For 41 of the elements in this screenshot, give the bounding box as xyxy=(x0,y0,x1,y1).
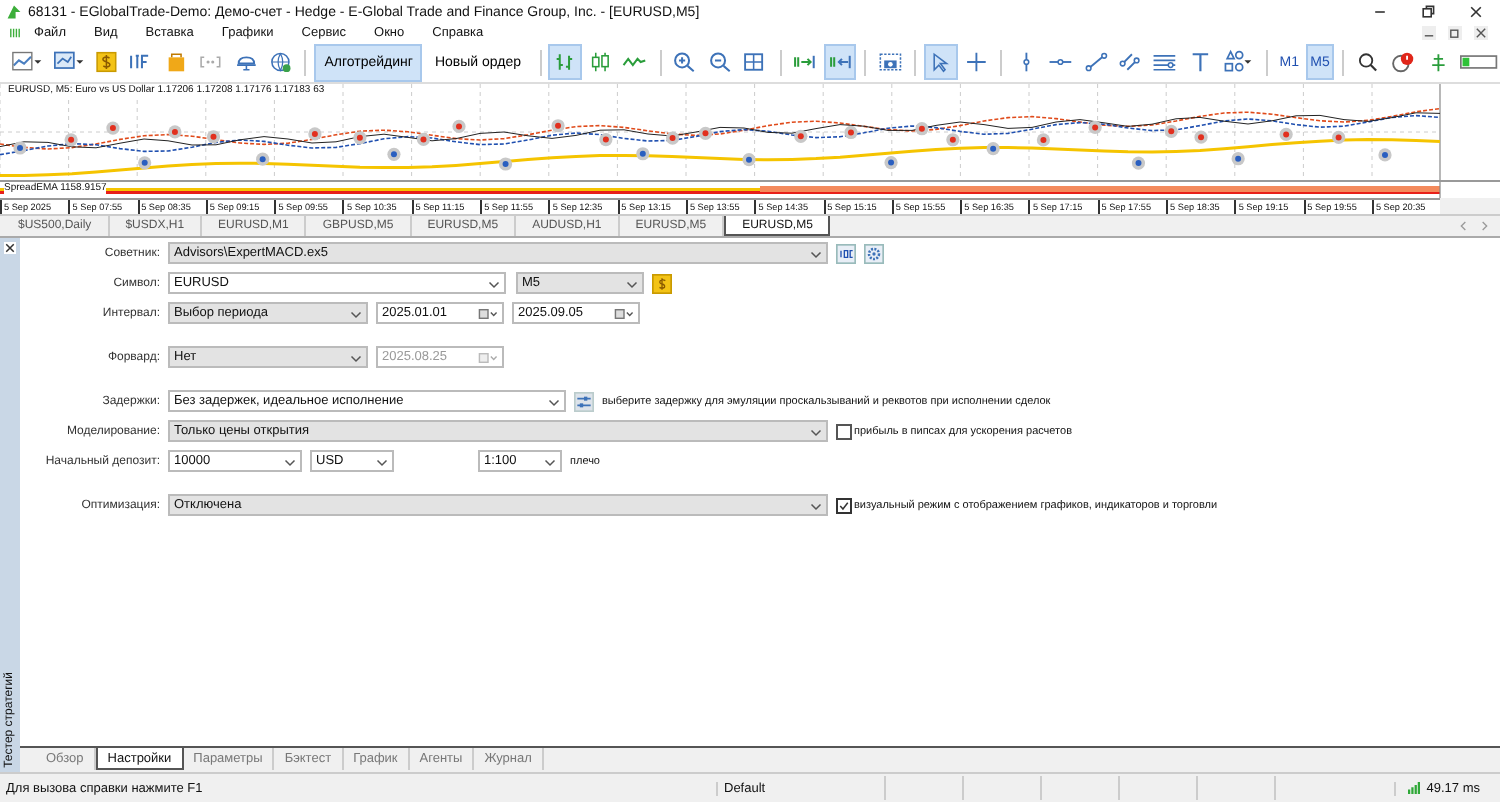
document-icon[interactable] xyxy=(8,26,22,40)
caret-icon xyxy=(548,395,560,407)
caret-icon xyxy=(376,455,388,467)
app-icon xyxy=(6,4,22,20)
trade-marker xyxy=(13,141,27,155)
code-icon[interactable] xyxy=(836,243,856,263)
trade-marker xyxy=(636,147,650,161)
trade-marker xyxy=(1279,127,1293,141)
trade-marker xyxy=(1378,148,1392,162)
caret-icon xyxy=(488,277,500,289)
trade-marker xyxy=(986,142,1000,156)
bar-chart-icon[interactable] xyxy=(550,46,580,78)
caret-icon xyxy=(810,499,822,511)
caret-icon xyxy=(350,307,362,319)
trade-marker xyxy=(256,152,270,166)
signal-icon xyxy=(1408,782,1421,794)
close-icon[interactable] xyxy=(1468,4,1484,20)
dollar-icon[interactable] xyxy=(652,273,672,293)
checkbox[interactable] xyxy=(836,423,852,439)
minimize-icon[interactable] xyxy=(1422,26,1436,40)
trade-marker xyxy=(387,147,401,161)
calendar-icon xyxy=(478,307,498,319)
caret-icon xyxy=(544,455,556,467)
shift-icon[interactable] xyxy=(825,46,855,78)
caret-icon xyxy=(810,247,822,259)
checkbox[interactable] xyxy=(836,497,852,513)
restore-icon[interactable] xyxy=(1420,4,1436,20)
caret-icon xyxy=(810,425,822,437)
settings-icon[interactable] xyxy=(864,243,884,263)
calendar-icon xyxy=(614,307,634,319)
close-icon[interactable] xyxy=(1474,26,1488,40)
caret-icon xyxy=(350,351,362,363)
dollar-icon[interactable] xyxy=(92,46,121,78)
trade-marker xyxy=(1131,156,1146,170)
trade-marker xyxy=(498,157,513,171)
close-icon[interactable] xyxy=(4,242,16,254)
sliders-icon[interactable] xyxy=(574,391,594,411)
calendar-icon xyxy=(478,351,498,363)
cursor-icon[interactable] xyxy=(926,46,955,78)
caret-icon xyxy=(626,277,638,289)
caret-icon xyxy=(284,455,296,467)
